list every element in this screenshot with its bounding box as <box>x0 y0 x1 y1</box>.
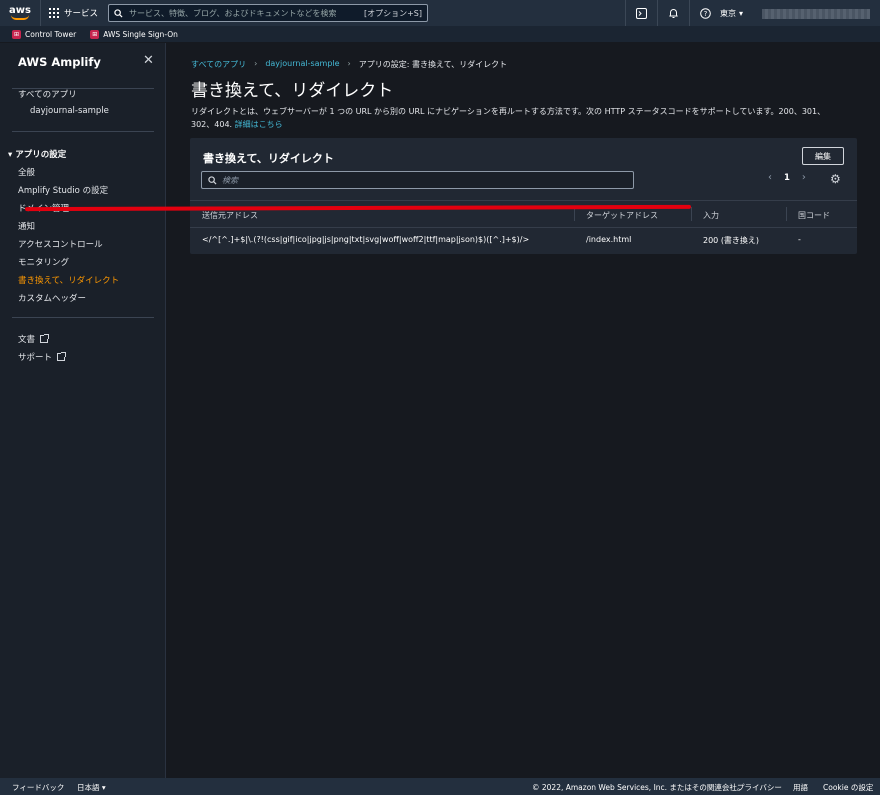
bookmark-control-tower[interactable]: ⊞ Control Tower <box>12 29 77 39</box>
sidebar-item-rewrites-redirects[interactable]: 書き換えて、リダイレクト <box>18 274 119 286</box>
notification-bell-icon[interactable] <box>657 0 689 26</box>
aws-logo[interactable]: aws <box>0 0 40 26</box>
gear-icon[interactable]: ⚙ <box>830 172 841 186</box>
chevron-right-icon[interactable]: › <box>802 172 806 183</box>
cloudshell-icon[interactable] <box>625 0 657 26</box>
chevron-left-icon[interactable]: ‹ <box>768 172 772 183</box>
column-header-type[interactable]: 入力 <box>703 210 719 221</box>
cell-type: 200 (書き換え) <box>703 236 760 245</box>
sidebar-link-label: 文書 <box>18 335 36 345</box>
favorites-bar: ⊞ Control Tower ⊞ AWS Single Sign-On <box>0 26 880 42</box>
language-label: 日本語 <box>77 783 100 792</box>
search-shortcut: [オプション+S] <box>363 8 423 18</box>
chevron-right-icon: › <box>254 59 258 68</box>
region-label: 東京 <box>720 8 736 18</box>
sidebar-section-label: アプリの設定 <box>15 150 67 160</box>
bookmark-label: Control Tower <box>25 29 77 39</box>
filter-placeholder: 検索 <box>222 175 238 185</box>
column-divider[interactable] <box>691 207 692 221</box>
cell-country: - <box>798 235 801 244</box>
svg-text:?: ? <box>704 10 708 18</box>
learn-more-link[interactable]: 詳細はこちら <box>235 120 283 129</box>
main-content: すべてのアプリ › dayjournal-sample › アプリの設定: 書き… <box>167 43 880 778</box>
column-header-target[interactable]: ターゲットアドレス <box>586 210 658 221</box>
help-icon[interactable]: ? <box>689 0 721 26</box>
sidebar-item-notifications[interactable]: 通知 <box>18 220 35 232</box>
breadcrumb-all-apps[interactable]: すべてのアプリ <box>191 59 246 70</box>
bookmark-label: AWS Single Sign-On <box>103 29 178 39</box>
sidebar-item-app[interactable]: dayjournal-sample <box>30 106 109 116</box>
column-divider[interactable] <box>786 207 787 221</box>
sidebar-item-all-apps[interactable]: すべてのアプリ <box>18 88 77 100</box>
pagination: ‹ 1 › <box>768 172 806 183</box>
copyright-text: © 2022, Amazon Web Services, Inc. またはその関… <box>532 783 745 792</box>
terms-link[interactable]: 用語 <box>793 782 808 793</box>
page-title: 書き換えて、リダイレクト <box>191 81 394 101</box>
sidebar-item-studio-settings[interactable]: Amplify Studio の設定 <box>18 184 108 196</box>
external-link-icon <box>57 352 67 361</box>
page-number[interactable]: 1 <box>784 173 790 183</box>
sidebar-section-app-settings[interactable]: ▾ アプリの設定 <box>8 148 66 160</box>
services-label: サービス <box>64 9 99 19</box>
aws-logo-text: aws <box>9 5 31 16</box>
caret-down-icon: ▾ <box>739 8 744 18</box>
breadcrumb-app[interactable]: dayjournal-sample <box>265 59 339 70</box>
search-placeholder: サービス、特徴、ブログ、およびドキュメントなどを検索 <box>129 8 337 18</box>
sidebar-divider <box>12 131 154 132</box>
grid-icon <box>49 8 59 18</box>
rewrites-redirects-panel: 書き換えて、リダイレクト 編集 検索 ‹ 1 › ⚙ 送信元アドレス ターゲット… <box>190 138 857 254</box>
cookie-settings-link[interactable]: Cookie の設定 <box>823 782 873 793</box>
region-selector[interactable]: 東京 ▾ <box>720 0 743 26</box>
footer: フィードバック 日本語 ▾ © 2022, Amazon Web Service… <box>0 778 880 795</box>
chevron-right-icon: › <box>347 59 351 68</box>
breadcrumb-current: アプリの設定: 書き換えて、リダイレクト <box>358 60 508 69</box>
table-header: 送信元アドレス ターゲットアドレス 入力 国コード <box>190 200 857 228</box>
privacy-link[interactable]: プライバシー <box>737 782 782 793</box>
breadcrumb: すべてのアプリ › dayjournal-sample › アプリの設定: 書き… <box>191 59 507 70</box>
sidebar-item-monitoring[interactable]: モニタリング <box>18 256 69 268</box>
search-icon <box>114 8 123 18</box>
sidebar-link-label: サポート <box>18 353 53 363</box>
cell-source: </^[^.]+$|\.(?!(css|gif|ico|jpg|js|png|t… <box>202 235 530 244</box>
column-header-country[interactable]: 国コード <box>798 210 830 221</box>
aws-smile-icon <box>11 15 29 20</box>
sidebar-divider <box>12 317 154 318</box>
top-navigation-bar: aws サービス サービス、特徴、ブログ、およびドキュメントなどを検索 [オプシ… <box>0 0 880 26</box>
sidebar-item-general[interactable]: 全般 <box>18 166 35 178</box>
panel-title: 書き換えて、リダイレクト <box>203 152 334 165</box>
control-tower-icon: ⊞ <box>12 29 21 39</box>
top-icons-group: ? <box>625 0 721 26</box>
account-menu-redacted[interactable] <box>762 9 870 19</box>
edit-button[interactable]: 編集 <box>802 147 844 165</box>
services-menu-button[interactable]: サービス <box>40 0 106 26</box>
side-navigation: AWS Amplify ✕ すべてのアプリ dayjournal-sample … <box>0 43 166 778</box>
sidebar-link-docs[interactable]: 文書 <box>18 333 50 345</box>
filter-input[interactable]: 検索 <box>201 171 634 189</box>
sso-icon: ⊞ <box>90 29 100 39</box>
bookmark-sso[interactable]: ⊞ AWS Single Sign-On <box>90 29 178 39</box>
page-description: リダイレクトとは、ウェブサーバーが 1 つの URL から別の URL にナビゲ… <box>191 106 841 131</box>
cell-target: /index.html <box>586 235 632 244</box>
caret-down-icon: ▾ <box>101 783 106 792</box>
sidebar-item-custom-headers[interactable]: カスタムヘッダー <box>18 292 86 304</box>
sidebar-link-support[interactable]: サポート <box>18 351 67 363</box>
global-search-input[interactable]: サービス、特徴、ブログ、およびドキュメントなどを検索 [オプション+S] <box>108 4 429 22</box>
close-icon[interactable]: ✕ <box>143 53 154 68</box>
external-link-icon <box>40 334 50 343</box>
sidebar-title[interactable]: AWS Amplify <box>18 55 101 69</box>
feedback-link[interactable]: フィードバック <box>12 782 64 793</box>
column-header-source[interactable]: 送信元アドレス <box>202 210 258 221</box>
search-icon <box>208 175 217 185</box>
description-text: リダイレクトとは、ウェブサーバーが 1 つの URL から別の URL にナビゲ… <box>191 107 826 129</box>
language-selector[interactable]: 日本語 ▾ <box>77 782 106 793</box>
sidebar-item-access-control[interactable]: アクセスコントロール <box>18 238 103 250</box>
